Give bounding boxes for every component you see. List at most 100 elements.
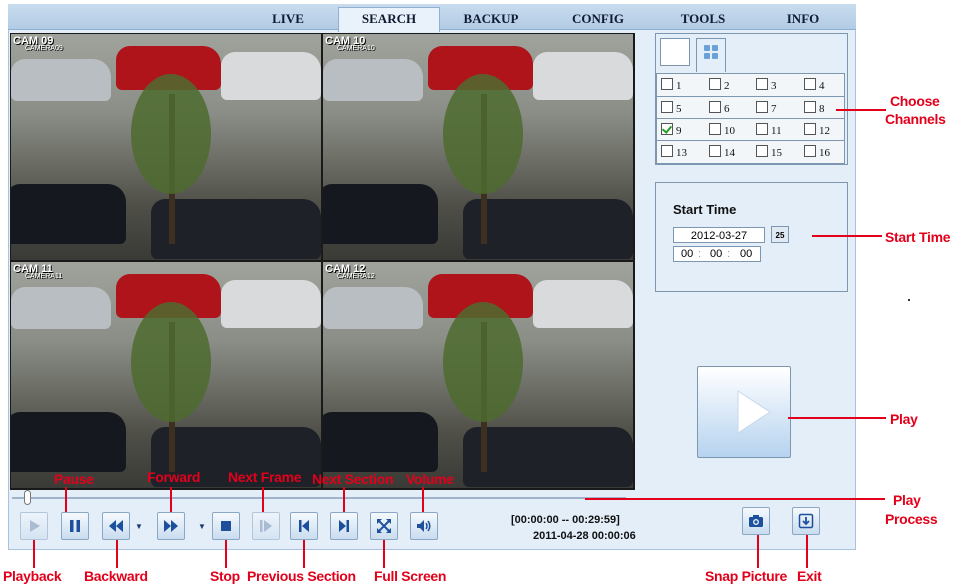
pause-button[interactable]: [61, 512, 89, 540]
camera-view-10[interactable]: CAM 10 CAMERA10: [323, 34, 633, 260]
calendar-icon[interactable]: 25: [771, 226, 789, 243]
channel-3-checkbox[interactable]: 3: [756, 78, 777, 92]
annotation-full-screen: Full Screen: [374, 568, 447, 584]
camera-sublabel: CAMERA12: [337, 273, 375, 280]
second-field[interactable]: 00: [740, 248, 752, 260]
time-separator: :: [698, 248, 702, 260]
tab-info[interactable]: INFO: [758, 8, 848, 30]
stray-dot: [908, 299, 910, 301]
tab-config[interactable]: CONFIG: [553, 8, 643, 30]
tab-tools[interactable]: TOOLS: [663, 8, 743, 30]
exit-button[interactable]: [792, 507, 820, 535]
checkbox-icon[interactable]: [756, 145, 768, 157]
channel-number: 9: [676, 125, 682, 137]
play-icon: [30, 520, 40, 532]
channel-13-checkbox[interactable]: 13: [661, 145, 687, 159]
annotation-line: [585, 498, 885, 500]
top-tab-bar: LIVE SEARCH BACKUP CONFIG TOOLS INFO: [8, 4, 856, 32]
date-field[interactable]: 2012-03-27: [673, 227, 765, 243]
checkbox-icon[interactable]: [709, 145, 721, 157]
checkbox-icon[interactable]: [756, 123, 768, 135]
backward-speed-dropdown[interactable]: ▼: [135, 522, 143, 531]
previous-section-button[interactable]: [290, 512, 318, 540]
annotation-snap-picture: Snap Picture: [705, 568, 787, 584]
channel-11-checkbox[interactable]: 11: [756, 123, 782, 137]
checkbox-icon[interactable]: [804, 101, 816, 113]
checkbox-icon[interactable]: [804, 145, 816, 157]
forward-button[interactable]: [157, 512, 185, 540]
playback-button[interactable]: [20, 512, 48, 540]
checkbox-icon[interactable]: [661, 78, 673, 90]
channel-checkbox-grid: 1 2 3 4 5 6 7 8 9 10 11 12 13 14 15 16: [656, 73, 845, 164]
full-screen-button[interactable]: [370, 512, 398, 540]
skip-forward-icon: [339, 520, 349, 532]
channel-9-checkbox[interactable]: 9: [661, 123, 682, 137]
progress-handle[interactable]: [24, 490, 31, 505]
annotation-line: [65, 487, 67, 512]
channel-7-checkbox[interactable]: 7: [756, 101, 777, 115]
start-time-label: Start Time: [673, 202, 737, 217]
tab-live[interactable]: LIVE: [248, 8, 328, 30]
camera-view-12[interactable]: CAM 12 CAMERA12: [323, 262, 633, 488]
channel-14-checkbox[interactable]: 14: [709, 145, 735, 159]
checkbox-icon[interactable]: [661, 145, 673, 157]
minute-field[interactable]: 00: [710, 248, 722, 260]
next-section-button[interactable]: [330, 512, 358, 540]
annotation-start-time: Start Time: [885, 229, 951, 245]
annotation-previous-section: Previous Section: [247, 568, 356, 584]
annotation-line: [303, 540, 305, 568]
play-button[interactable]: [697, 366, 791, 458]
channel-8-checkbox[interactable]: 8: [804, 101, 825, 115]
checkbox-icon[interactable]: [709, 123, 721, 135]
stop-button[interactable]: [212, 512, 240, 540]
time-field[interactable]: 00 : 00 : 00: [673, 246, 761, 262]
channel-5-checkbox[interactable]: 5: [661, 101, 682, 115]
channel-number: 11: [771, 125, 782, 137]
annotation-pause: Pause: [54, 471, 94, 487]
channel-1-checkbox[interactable]: 1: [661, 78, 682, 92]
tab-search[interactable]: SEARCH: [338, 7, 440, 32]
channel-4-checkbox[interactable]: 4: [804, 78, 825, 92]
backward-button[interactable]: [102, 512, 130, 540]
channel-number: 12: [819, 125, 830, 137]
channel-number: 5: [676, 103, 682, 115]
channel-number: 8: [819, 103, 825, 115]
checkbox-icon[interactable]: [804, 123, 816, 135]
single-view-button[interactable]: [660, 38, 690, 66]
play-icon: [737, 390, 771, 434]
tab-backup[interactable]: BACKUP: [446, 8, 536, 30]
checkbox-checked-icon[interactable]: [661, 123, 673, 135]
checkbox-icon[interactable]: [756, 101, 768, 113]
camera-view-11[interactable]: CAM 11 CAMERA11: [11, 262, 321, 488]
channel-number: 6: [724, 103, 730, 115]
annotation-next-frame: Next Frame: [228, 469, 302, 485]
play-progress-bar[interactable]: [12, 497, 626, 499]
quad-view-button[interactable]: [696, 38, 726, 72]
checkbox-icon[interactable]: [804, 78, 816, 90]
checkbox-icon[interactable]: [709, 101, 721, 113]
channel-number: 1: [676, 80, 682, 92]
channel-16-checkbox[interactable]: 16: [804, 145, 830, 159]
channel-15-checkbox[interactable]: 15: [756, 145, 782, 159]
channel-10-checkbox[interactable]: 10: [709, 123, 735, 137]
channel-6-checkbox[interactable]: 6: [709, 101, 730, 115]
snap-picture-button[interactable]: [742, 507, 770, 535]
channel-12-checkbox[interactable]: 12: [804, 123, 830, 137]
channel-number: 3: [771, 80, 777, 92]
forward-speed-dropdown[interactable]: ▼: [198, 522, 206, 531]
channel-2-checkbox[interactable]: 2: [709, 78, 730, 92]
stop-icon: [221, 521, 231, 531]
checkbox-icon[interactable]: [661, 101, 673, 113]
time-separator: :: [727, 248, 731, 260]
annotation-line: [170, 487, 172, 512]
volume-button[interactable]: [410, 512, 438, 540]
hour-field[interactable]: 00: [681, 248, 693, 260]
checkbox-icon[interactable]: [709, 78, 721, 90]
channel-row: 13 14 15 16: [657, 140, 844, 162]
checkbox-icon[interactable]: [756, 78, 768, 90]
camera-view-09[interactable]: CAM 09 CAMERA09: [11, 34, 321, 260]
camera-icon: [749, 515, 763, 527]
channel-number: 10: [724, 125, 735, 137]
next-frame-button[interactable]: [252, 512, 280, 540]
annotation-line: [788, 417, 886, 419]
